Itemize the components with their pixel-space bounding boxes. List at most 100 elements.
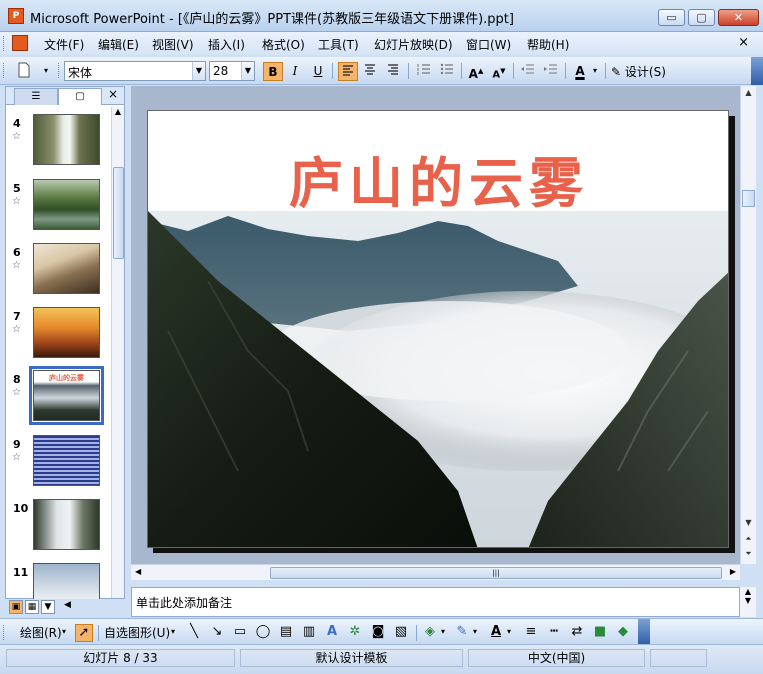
scroll-up-icon[interactable]: ▲	[112, 107, 124, 116]
notes-scrollbar[interactable]: ▲ ▼	[740, 587, 756, 617]
shadow-icon[interactable]: ■	[591, 624, 609, 642]
chevron-down-icon[interactable]: ▾	[473, 627, 477, 636]
thumbnail-slide-9[interactable]: 9 ☆	[6, 434, 111, 494]
scroll-left-icon[interactable]: ◀	[135, 567, 141, 576]
chevron-down-icon[interactable]: ▾	[590, 62, 600, 81]
thumbnail-slide-11[interactable]: 11	[6, 562, 111, 599]
align-center-icon[interactable]	[360, 62, 380, 81]
scroll-left-icon[interactable]: ◀	[64, 600, 71, 610]
draw-menu-button[interactable]: 绘图(R)	[20, 624, 62, 641]
normal-view-icon[interactable]: ▣	[9, 600, 23, 614]
oval-icon[interactable]: ◯	[254, 624, 272, 642]
scroll-up-icon[interactable]: ▲	[740, 587, 756, 596]
clipart-icon[interactable]: ◙	[369, 624, 387, 642]
increase-indent-icon[interactable]	[541, 62, 561, 81]
autoshapes-button[interactable]: 自选图形(U)	[104, 624, 170, 641]
menu-slideshow[interactable]: 幻灯片放映(D)	[374, 36, 453, 53]
align-right-icon[interactable]	[383, 62, 403, 81]
toolbar-grip[interactable]	[3, 625, 6, 640]
slide-title[interactable]: 庐山的云雾	[148, 139, 728, 218]
bullet-list-icon[interactable]	[437, 62, 457, 81]
thumbnail-slide-8[interactable]: 8 ☆ 庐山的云雾	[6, 366, 111, 429]
wordart-icon[interactable]: A	[323, 624, 341, 642]
scroll-thumb[interactable]	[113, 167, 124, 259]
bold-button[interactable]: B	[263, 62, 283, 81]
slideshow-icon[interactable]: ▼	[41, 600, 55, 614]
font-color-icon[interactable]: A	[570, 62, 590, 81]
document-icon[interactable]	[12, 35, 28, 51]
fill-color-icon[interactable]: ◈	[421, 624, 439, 642]
increase-font-icon[interactable]: A▲	[466, 62, 486, 81]
thumbnail-slide-7[interactable]: 7 ☆	[6, 306, 111, 366]
scroll-thumb[interactable]: |||	[270, 567, 722, 579]
chevron-down-icon[interactable]: ▼	[241, 62, 254, 80]
menu-edit[interactable]: 编辑(E)	[98, 36, 139, 53]
align-left-icon[interactable]	[338, 62, 358, 81]
menu-format[interactable]: 格式(O)	[262, 36, 305, 53]
toolbar-grip[interactable]	[3, 36, 6, 51]
arrow-icon[interactable]: ↘	[208, 624, 226, 642]
chevron-down-icon[interactable]: ▼	[192, 62, 205, 80]
decrease-font-icon[interactable]: A▼	[489, 62, 509, 81]
minimize-button[interactable]: ▭	[658, 9, 685, 26]
select-pointer-icon[interactable]: ➚	[75, 624, 93, 642]
maximize-button[interactable]: ▢	[688, 9, 715, 26]
new-document-icon[interactable]	[14, 62, 34, 81]
rectangle-icon[interactable]: ▭	[231, 624, 249, 642]
dash-style-icon[interactable]: ┅	[545, 624, 563, 642]
close-icon[interactable]: ×	[108, 87, 118, 101]
line-color-icon[interactable]: ✎	[453, 624, 471, 642]
vertical-textbox-icon[interactable]: ▥	[300, 624, 318, 642]
scroll-thumb[interactable]	[742, 190, 755, 207]
slide-canvas[interactable]: 庐山的云雾	[147, 110, 729, 548]
chevron-down-icon[interactable]: ▾	[62, 627, 66, 636]
toolbar-options-button[interactable]	[638, 619, 650, 645]
thumbnail-slide-6[interactable]: 6 ☆	[6, 242, 111, 302]
notes-pane[interactable]: 单击此处添加备注	[131, 587, 740, 617]
pane-scrollbar[interactable]: ▲	[111, 107, 124, 598]
font-size-select[interactable]: 28 ▼	[209, 61, 255, 81]
thumbnail-slide-4[interactable]: 4 ☆	[6, 113, 111, 173]
tab-slides[interactable]: ▢	[58, 88, 102, 105]
menu-help[interactable]: 帮助(H)	[527, 36, 569, 53]
toolbar-grip[interactable]	[3, 63, 6, 78]
slide-sorter-icon[interactable]: ▦	[25, 600, 39, 614]
underline-button[interactable]: U	[308, 62, 328, 81]
chevron-down-icon[interactable]: ▾	[441, 627, 445, 636]
doc-close-icon[interactable]: ×	[738, 35, 749, 50]
font-color-icon[interactable]: A	[487, 624, 505, 642]
thumbnail-slide-10[interactable]: 10	[6, 498, 111, 558]
3d-style-icon[interactable]: ◆	[614, 624, 632, 642]
next-slide-icon[interactable]: ⏷	[741, 547, 756, 561]
slide-horizontal-scrollbar[interactable]: ◀ ||| ▶	[131, 564, 740, 580]
scroll-down-icon[interactable]: ▼	[741, 516, 756, 530]
menu-file[interactable]: 文件(F)	[44, 36, 84, 53]
tab-outline[interactable]: ☰	[14, 88, 58, 105]
scroll-up-icon[interactable]: ▲	[741, 86, 756, 100]
toolbar-grip[interactable]	[58, 63, 61, 78]
font-name-select[interactable]: 宋体 ▼	[64, 61, 206, 81]
toolbar-options-button[interactable]	[751, 57, 763, 85]
menu-tools[interactable]: 工具(T)	[318, 36, 359, 53]
thumbnail-slide-5[interactable]: 5 ☆	[6, 178, 111, 238]
numbered-list-icon[interactable]	[414, 62, 434, 81]
line-icon[interactable]: ╲	[185, 624, 203, 642]
scroll-right-icon[interactable]: ▶	[730, 567, 736, 576]
slide-vertical-scrollbar[interactable]: ▲ ▼ ⏶ ⏷	[740, 86, 756, 564]
previous-slide-icon[interactable]: ⏶	[741, 532, 756, 546]
decrease-indent-icon[interactable]	[518, 62, 538, 81]
dropdown-arrow-icon[interactable]: ▾	[36, 62, 56, 81]
menu-window[interactable]: 窗口(W)	[466, 36, 511, 53]
arrow-style-icon[interactable]: ⇄	[568, 624, 586, 642]
design-button[interactable]: ✎ 设计(S)	[611, 63, 666, 83]
menu-insert[interactable]: 插入(I)	[208, 36, 245, 53]
chevron-down-icon[interactable]: ▾	[507, 627, 511, 636]
picture-icon[interactable]: ▧	[392, 624, 410, 642]
menu-view[interactable]: 视图(V)	[152, 36, 194, 53]
diagram-icon[interactable]: ✲	[346, 624, 364, 642]
close-button[interactable]: ✕	[718, 9, 759, 26]
scroll-down-icon[interactable]: ▼	[740, 596, 756, 605]
chevron-down-icon[interactable]: ▾	[171, 627, 175, 636]
line-style-icon[interactable]: ≡	[522, 624, 540, 642]
italic-button[interactable]: I	[285, 62, 305, 81]
